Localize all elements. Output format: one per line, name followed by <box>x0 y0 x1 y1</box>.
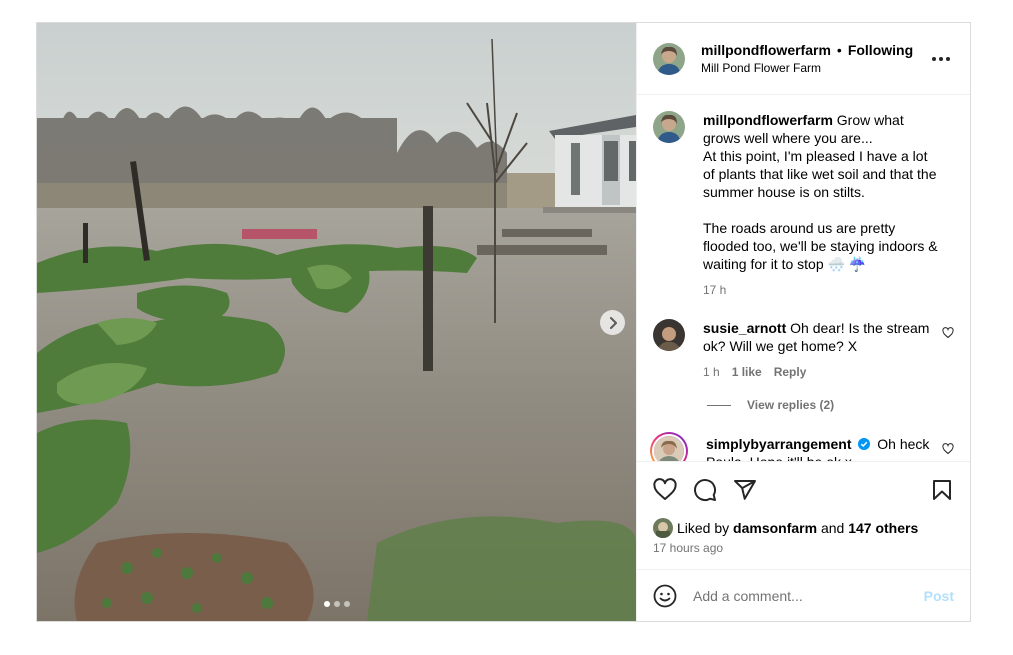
commenter-avatar-icon[interactable] <box>653 319 685 351</box>
caption-username[interactable]: millpondflowerfarm <box>703 112 833 128</box>
comment-likes[interactable]: 1 like <box>732 363 762 381</box>
post-timestamp[interactable]: 17 hours ago <box>653 541 723 555</box>
post-comment-button[interactable]: Post <box>924 588 954 604</box>
liked-by: Liked by damsonfarm and 147 others <box>653 518 918 538</box>
like-comment-icon[interactable] <box>942 443 954 455</box>
like-comment-icon[interactable] <box>942 327 954 339</box>
post-side-panel: millpondflowerfarm • Following Mill Pond… <box>636 23 970 621</box>
comment-username[interactable]: susie_arnott <box>703 320 786 336</box>
view-replies-button[interactable]: View replies (2) <box>707 398 834 412</box>
carousel-indicator <box>37 601 636 607</box>
next-image-button[interactable] <box>600 310 625 335</box>
following-button[interactable]: Following <box>848 41 913 59</box>
carousel-dot <box>323 601 330 607</box>
author-subtitle[interactable]: Mill Pond Flower Farm <box>701 59 913 77</box>
liked-by-user[interactable]: damsonfarm <box>733 520 817 536</box>
post-actions: Liked by damsonfarm and 147 others 17 ho… <box>637 461 970 569</box>
separator: • <box>836 41 842 58</box>
comment-icon[interactable] <box>693 478 717 502</box>
comment: simplybyarrangement Oh heck Paula. Hope … <box>650 432 954 461</box>
caption-time[interactable]: 17 h <box>703 281 726 299</box>
verified-badge-icon <box>858 438 871 450</box>
view-replies-label: View replies (2) <box>747 398 835 412</box>
liked-by-prefix: Liked by <box>677 520 730 536</box>
caption-line: The roads around us are pretty flooded t… <box>703 220 938 272</box>
liked-by-and: and <box>820 520 845 536</box>
commenter-avatar-icon[interactable] <box>650 432 688 461</box>
emoji-icon[interactable] <box>653 584 677 608</box>
caption-line: At this point, I'm pleased I have a lot … <box>703 148 937 200</box>
instagram-post: millpondflowerfarm • Following Mill Pond… <box>36 22 971 622</box>
comment-username[interactable]: simplybyarrangement <box>706 436 852 452</box>
caption-avatar-icon[interactable] <box>653 111 685 143</box>
comment-time[interactable]: 1 h <box>703 363 720 381</box>
like-icon[interactable] <box>653 478 677 502</box>
caption: millpondflowerfarm Grow what grows well … <box>653 111 954 299</box>
add-comment-input[interactable] <box>693 587 924 604</box>
post-media[interactable] <box>37 23 636 621</box>
comment: susie_arnott Oh dear! Is the stream ok? … <box>653 319 954 381</box>
reply-button[interactable]: Reply <box>774 363 807 381</box>
post-header: millpondflowerfarm • Following Mill Pond… <box>637 23 970 95</box>
post-author: millpondflowerfarm • Following Mill Pond… <box>701 41 913 77</box>
more-options-icon[interactable] <box>932 51 952 67</box>
author-username[interactable]: millpondflowerfarm <box>701 41 831 59</box>
chevron-right-icon <box>609 316 617 329</box>
carousel-dot <box>333 601 340 607</box>
carousel-dot <box>343 601 350 607</box>
liker-avatar-icon[interactable] <box>653 518 673 538</box>
save-bookmark-icon[interactable] <box>930 478 954 502</box>
share-icon[interactable] <box>733 478 757 502</box>
liked-by-others[interactable]: 147 others <box>848 520 918 536</box>
profile-avatar-icon[interactable] <box>653 42 685 75</box>
flooded-garden-photo <box>37 23 636 621</box>
add-comment-bar: Post <box>637 569 970 621</box>
comments-section[interactable]: millpondflowerfarm Grow what grows well … <box>637 95 970 461</box>
